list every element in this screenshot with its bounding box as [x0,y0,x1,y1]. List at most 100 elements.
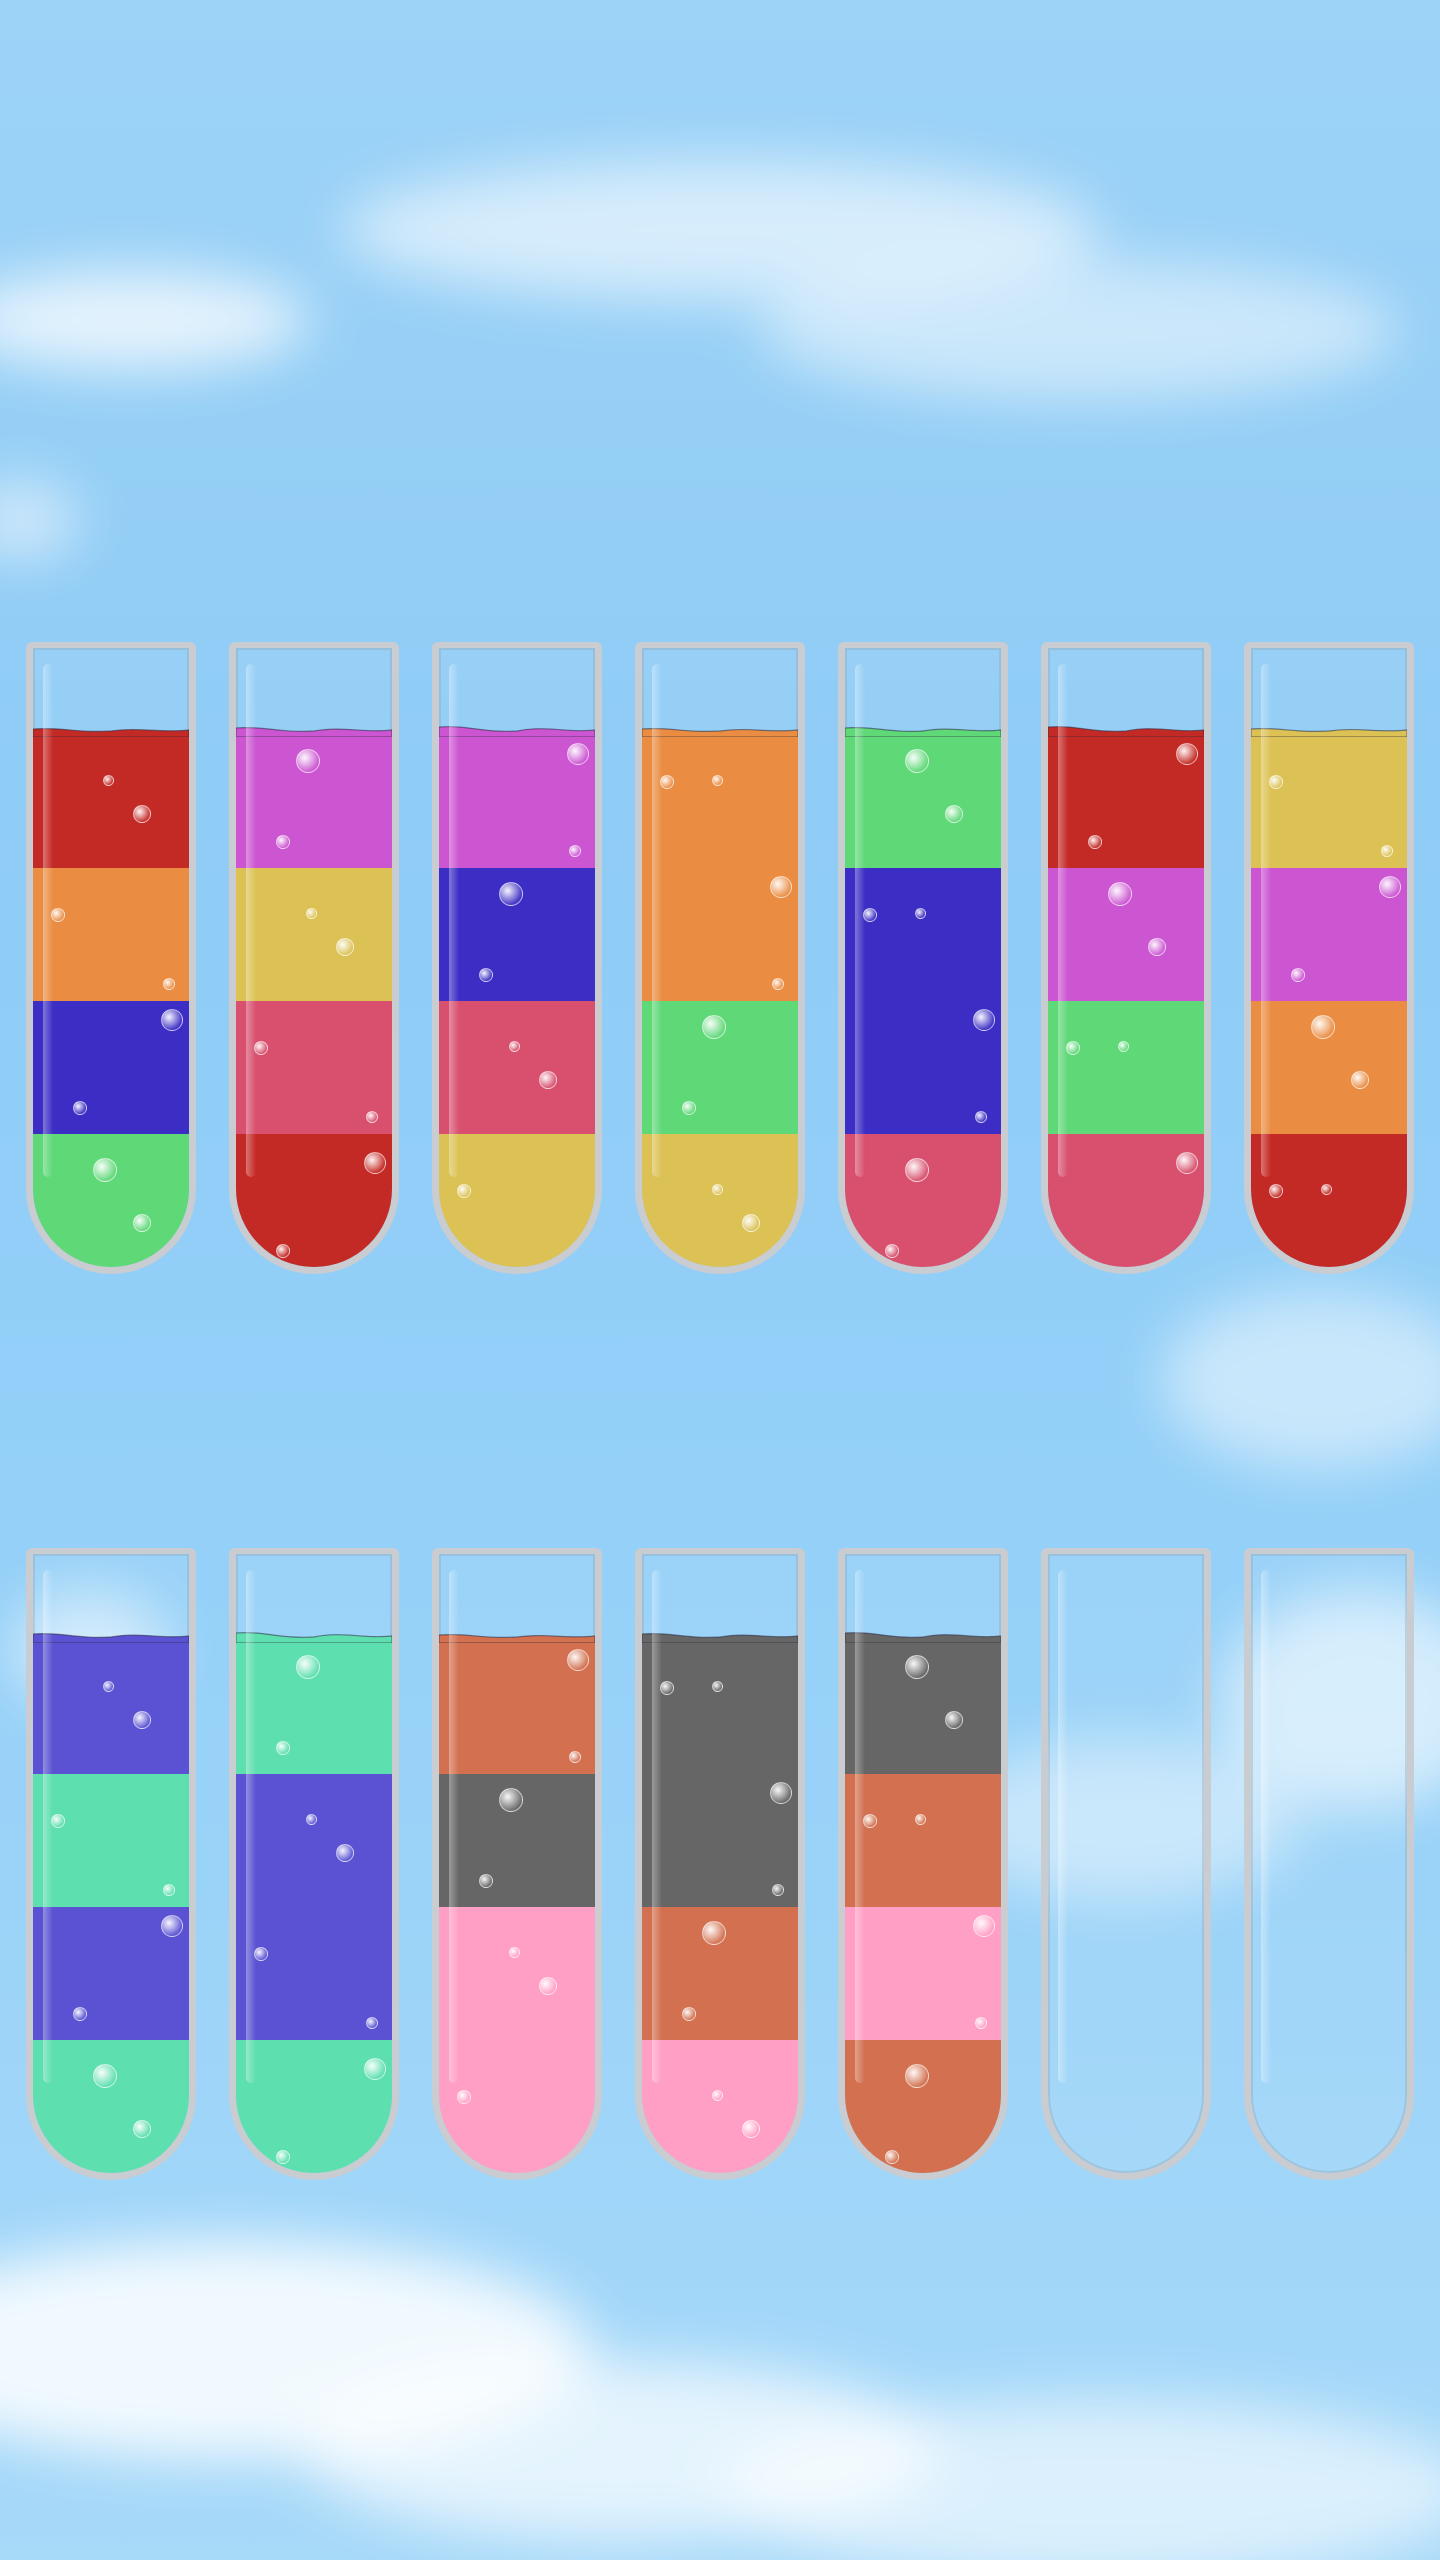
bubble [1066,1041,1080,1055]
bubble [1269,775,1283,789]
bubble [702,1015,726,1039]
liquid-surface [845,727,1001,737]
liquid-layer-terracotta [439,1634,595,1774]
test-tube[interactable] [635,642,805,1274]
bubble [567,743,589,765]
liquid-layer-yellow [1251,728,1407,868]
liquid-surface [33,1633,189,1643]
liquid-layer-yellow [439,1134,595,1267]
liquid-surface [439,1634,595,1643]
bubble [1108,882,1132,906]
bubble [539,1071,557,1089]
bubble [569,845,581,857]
bubble [276,1244,290,1258]
bubble [539,1977,557,1995]
bubble [366,2017,378,2029]
liquid-layer-violet [33,1907,189,2040]
liquid-surface [1251,728,1407,737]
test-tube[interactable] [838,1548,1008,2180]
liquid-layer-orange [1251,1001,1407,1134]
bubble [336,1844,354,1862]
bubble [296,749,320,773]
liquid-layer-gray [439,1774,595,1907]
bubble [51,1814,65,1828]
liquid-layer-mint [33,1774,189,1907]
bubble [457,1184,471,1198]
liquid-layer-green [33,1134,189,1267]
bubble [1379,876,1401,898]
bubble [1311,1015,1335,1039]
bubble [712,2090,723,2101]
bubble [772,978,784,990]
bubble [254,1947,268,1961]
liquid-layer-blue [845,1001,1001,1134]
bubble [863,1814,877,1828]
liquid-layer-gray [642,1774,798,1907]
bubble [161,1009,183,1031]
bubble [973,1915,995,1937]
test-tube[interactable] [635,1548,805,2180]
liquid-layer-pink-red [1048,1134,1204,1267]
bubble [945,1711,963,1729]
test-tube[interactable] [229,642,399,1274]
liquid-layer-green [642,1001,798,1134]
liquid-layer-mint [236,2040,392,2173]
liquid-layer-pink-red [439,1001,595,1134]
test-tube[interactable] [1244,1548,1414,2180]
bubble [133,2120,151,2138]
bubble [499,1788,523,1812]
liquid-layer-magenta [1048,868,1204,1001]
bubble [306,908,317,919]
test-tube[interactable] [26,1548,196,2180]
bubble [772,1884,784,1896]
bubble [915,1814,926,1825]
liquid-layer-terracotta [845,2040,1001,2173]
liquid-surface [439,726,595,737]
bubble [742,1214,760,1232]
bubble [1351,1071,1369,1089]
liquid-layer-blue [439,868,595,1001]
bubble [73,1101,87,1115]
bubble [905,749,929,773]
test-tube[interactable] [26,642,196,1274]
bubble [133,805,151,823]
liquid-layer-green [845,727,1001,868]
bubble [945,805,963,823]
bubble [276,835,290,849]
bubble [133,1711,151,1729]
test-tube[interactable] [1041,642,1211,1274]
liquid-layer-violet [33,1633,189,1774]
liquid-layer-red [1048,726,1204,868]
bubble [905,1655,929,1679]
bubble [1381,845,1393,857]
bubble [885,1244,899,1258]
test-tube[interactable] [1244,642,1414,1274]
test-tube[interactable] [432,642,602,1274]
bubble [712,1184,723,1195]
bubble [1321,1184,1332,1195]
bubble [1176,743,1198,765]
test-tube[interactable] [432,1548,602,2180]
bubble [569,2160,581,2172]
test-tube[interactable] [229,1548,399,2180]
liquid-layer-mint [236,1632,392,1774]
liquid-layer-gray [642,1633,798,1774]
liquid-layer-orange [642,728,798,868]
cloud [0,480,80,560]
liquid-layer-red [236,1134,392,1267]
liquid-surface [845,1632,1001,1643]
liquid-layer-red [1251,1134,1407,1267]
test-tube[interactable] [838,642,1008,1274]
test-tube[interactable] [1041,1548,1211,2180]
bubble [1291,968,1305,982]
bubble [51,908,65,922]
liquid-layer-light-pink [439,2040,595,2173]
liquid-layer-yellow [236,868,392,1001]
bubble [163,978,175,990]
liquid-layer-terracotta [642,1907,798,2040]
liquid-layer-light-pink [439,1907,595,2040]
bubble [682,2007,696,2021]
bubble [770,1782,792,1804]
bubble [93,2064,117,2088]
liquid-layer-blue [33,1001,189,1134]
